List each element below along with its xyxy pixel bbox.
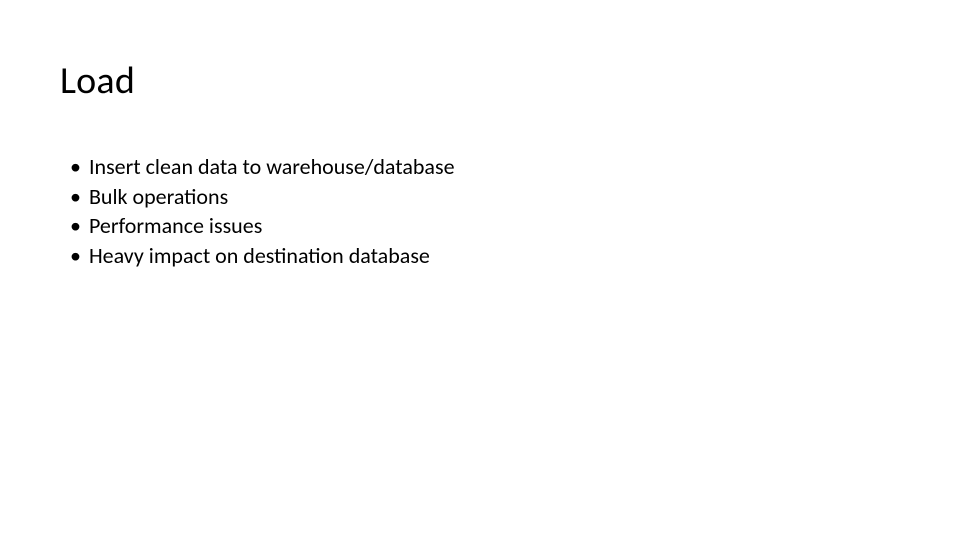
list-item: • Insert clean data to warehouse/databas…	[70, 152, 900, 182]
bullet-list: • Insert clean data to warehouse/databas…	[60, 152, 900, 271]
bullet-icon: •	[70, 211, 81, 241]
list-item: • Heavy impact on destination database	[70, 241, 900, 271]
bullet-icon: •	[70, 241, 81, 271]
bullet-text: Heavy impact on destination database	[89, 241, 430, 271]
slide-title: Load	[60, 58, 900, 104]
list-item: • Bulk operations	[70, 182, 900, 212]
bullet-text: Insert clean data to warehouse/database	[89, 152, 455, 182]
bullet-icon: •	[70, 182, 81, 212]
bullet-icon: •	[70, 152, 81, 182]
bullet-text: Performance issues	[89, 211, 262, 241]
bullet-text: Bulk operations	[89, 182, 228, 212]
list-item: • Performance issues	[70, 211, 900, 241]
